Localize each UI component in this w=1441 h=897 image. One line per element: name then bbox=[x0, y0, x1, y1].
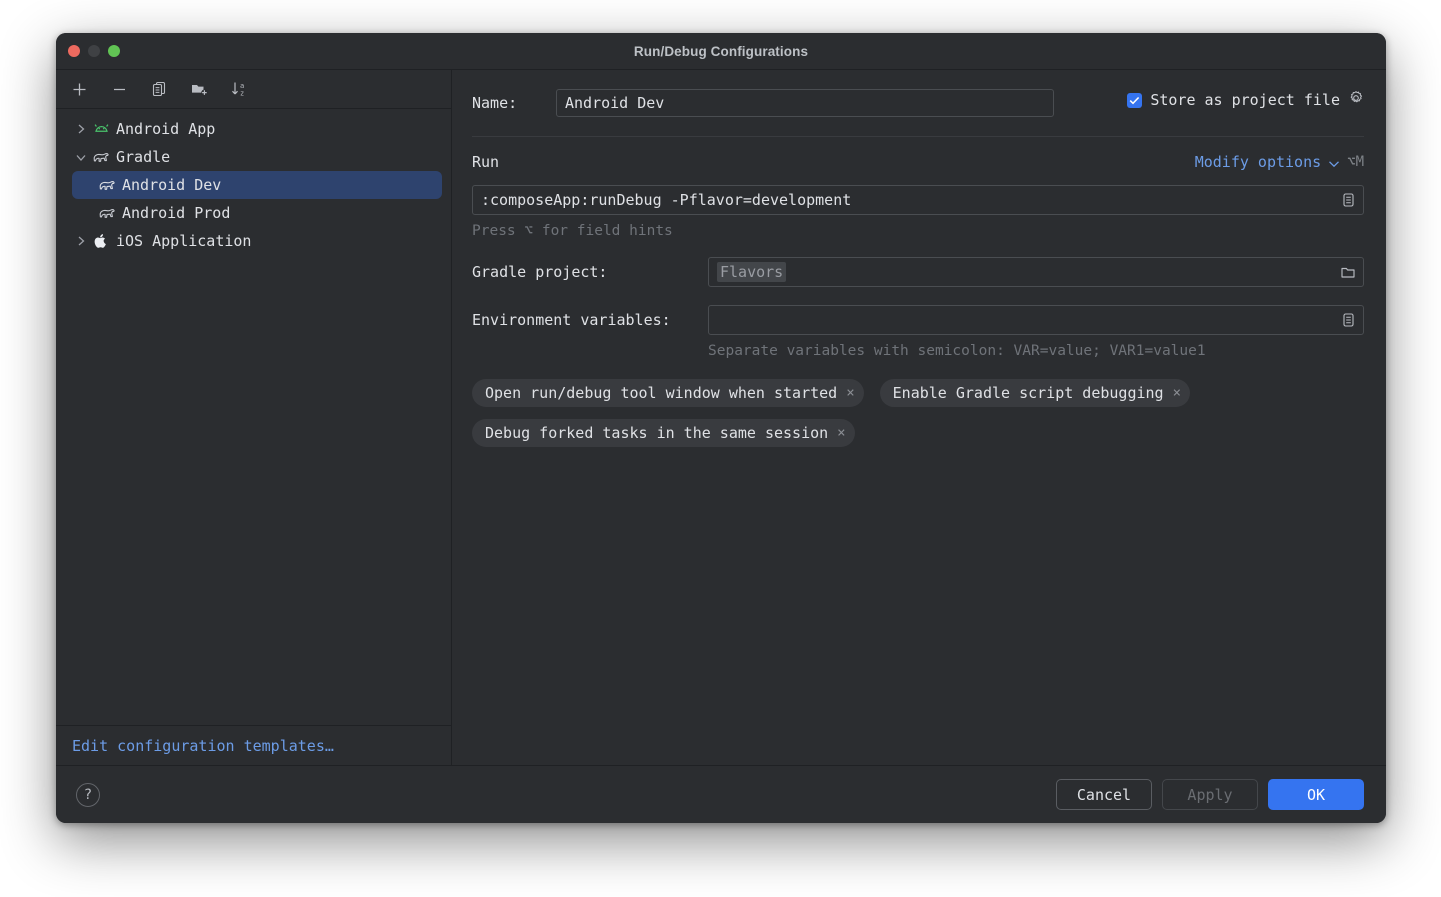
modify-options-shortcut: ⌥M bbox=[1347, 154, 1364, 170]
gradle-project-field[interactable]: Flavors bbox=[708, 257, 1364, 287]
gradle-elephant-icon bbox=[96, 206, 118, 221]
environment-variables-row: Environment variables: bbox=[472, 305, 1364, 335]
dialog-actions: Cancel Apply OK bbox=[1056, 779, 1364, 810]
chevron-right-icon[interactable] bbox=[72, 123, 90, 135]
name-input[interactable]: Android Dev bbox=[556, 89, 1054, 117]
name-label: Name: bbox=[472, 94, 518, 112]
tree-item-gradle[interactable]: Gradle bbox=[56, 143, 451, 171]
dialog-body: a z Android App Gradle Android Dev Andro… bbox=[56, 69, 1386, 765]
gradle-elephant-icon bbox=[96, 178, 118, 193]
maximize-window-button[interactable] bbox=[108, 45, 120, 57]
chip-open-run-debug-tool-window[interactable]: Open run/debug tool window when started … bbox=[472, 379, 864, 407]
help-button[interactable]: ? bbox=[76, 782, 100, 807]
chip-label: Debug forked tasks in the same session bbox=[485, 424, 829, 442]
store-as-project-file-label: Store as project file bbox=[1150, 91, 1340, 109]
configurations-panel: a z Android App Gradle Android Dev Andro… bbox=[56, 70, 452, 765]
run-section-header: Run Modify options ⌥M bbox=[472, 151, 1364, 173]
gradle-project-row: Gradle project: Flavors bbox=[472, 257, 1364, 287]
window-titlebar: Run/Debug Configurations bbox=[56, 33, 1386, 69]
form-divider bbox=[472, 136, 1364, 137]
gradle-elephant-icon bbox=[90, 150, 112, 165]
environment-variables-field[interactable] bbox=[708, 305, 1364, 335]
close-icon[interactable]: × bbox=[837, 426, 845, 440]
gradle-project-input[interactable]: Flavors bbox=[708, 257, 1364, 287]
apple-icon bbox=[90, 233, 112, 249]
minimize-window-button[interactable] bbox=[88, 45, 100, 57]
run-command-field[interactable]: :composeApp:runDebug -Pflavor=developmen… bbox=[472, 185, 1364, 215]
configurations-tree: Android App Gradle Android Dev Android P… bbox=[56, 109, 451, 725]
store-as-project-file-control[interactable]: Store as project file bbox=[1127, 90, 1364, 110]
expand-environment-variables-icon[interactable] bbox=[1336, 308, 1360, 332]
chevron-down-icon[interactable] bbox=[1328, 153, 1340, 172]
store-as-project-file-checkbox[interactable] bbox=[1127, 92, 1143, 108]
svg-text:z: z bbox=[240, 90, 244, 98]
tree-item-label: iOS Application bbox=[116, 232, 252, 250]
chevron-down-icon[interactable] bbox=[72, 153, 90, 162]
cancel-button[interactable]: Cancel bbox=[1056, 779, 1152, 810]
configuration-form: Name: Android Dev Store as project file bbox=[452, 70, 1386, 765]
environment-variables-input[interactable] bbox=[708, 305, 1364, 335]
configurations-toolbar: a z bbox=[56, 70, 451, 109]
option-chips: Open run/debug tool window when started … bbox=[472, 379, 1272, 447]
apply-button[interactable]: Apply bbox=[1162, 779, 1258, 810]
dialog-footer: ? Cancel Apply OK bbox=[56, 765, 1386, 823]
close-icon[interactable]: × bbox=[1173, 386, 1181, 400]
tree-item-label: Android App bbox=[116, 120, 216, 138]
configurations-footer: Edit configuration templates… bbox=[56, 725, 451, 765]
add-configuration-button[interactable] bbox=[66, 76, 92, 102]
browse-folder-icon[interactable] bbox=[1336, 260, 1360, 284]
add-folder-button[interactable] bbox=[186, 76, 212, 102]
environment-variables-label: Environment variables: bbox=[472, 311, 671, 329]
expand-run-command-icon[interactable] bbox=[1336, 188, 1360, 212]
gradle-project-label: Gradle project: bbox=[472, 263, 608, 281]
chip-label: Enable Gradle script debugging bbox=[892, 384, 1164, 402]
ok-button[interactable]: OK bbox=[1268, 779, 1364, 810]
tree-item-label: Android Prod bbox=[122, 204, 231, 222]
modify-options-link[interactable]: Modify options bbox=[1195, 153, 1321, 171]
screen: Run/Debug Configurations a z Android App… bbox=[0, 0, 1441, 897]
tree-item-android-prod[interactable]: Android Prod bbox=[56, 199, 451, 227]
chevron-right-icon[interactable] bbox=[72, 235, 90, 247]
chip-debug-forked-tasks[interactable]: Debug forked tasks in the same session × bbox=[472, 419, 855, 447]
android-icon bbox=[90, 122, 112, 136]
close-icon[interactable]: × bbox=[846, 386, 854, 400]
run-command-hint: Press ⌥ for field hints bbox=[472, 223, 673, 239]
tree-item-label: Gradle bbox=[116, 148, 171, 166]
modify-options-control[interactable]: Modify options ⌥M bbox=[1195, 153, 1364, 172]
copy-configuration-button[interactable] bbox=[146, 76, 172, 102]
tree-item-android-app[interactable]: Android App bbox=[56, 115, 451, 143]
tree-item-android-dev[interactable]: Android Dev bbox=[72, 171, 442, 199]
chip-label: Open run/debug tool window when started bbox=[485, 384, 838, 402]
environment-variables-hint: Separate variables with semicolon: VAR=v… bbox=[708, 343, 1206, 359]
tree-item-label: Android Dev bbox=[122, 176, 222, 194]
remove-configuration-button[interactable] bbox=[106, 76, 132, 102]
traffic-light-buttons bbox=[68, 45, 120, 57]
sort-configurations-button[interactable]: a z bbox=[226, 76, 252, 102]
run-debug-configurations-dialog: Run/Debug Configurations a z Android App… bbox=[56, 33, 1386, 823]
edit-configuration-templates-link[interactable]: Edit configuration templates… bbox=[72, 737, 334, 755]
gear-icon[interactable] bbox=[1348, 90, 1364, 110]
run-command-input[interactable]: :composeApp:runDebug -Pflavor=developmen… bbox=[472, 185, 1364, 215]
window-title: Run/Debug Configurations bbox=[633, 43, 809, 59]
chip-enable-gradle-script-debugging[interactable]: Enable Gradle script debugging × bbox=[879, 379, 1191, 407]
tree-item-ios-application[interactable]: iOS Application bbox=[56, 227, 451, 255]
close-window-button[interactable] bbox=[68, 45, 80, 57]
run-section-title: Run bbox=[472, 153, 500, 171]
gradle-project-value: Flavors bbox=[717, 262, 787, 282]
